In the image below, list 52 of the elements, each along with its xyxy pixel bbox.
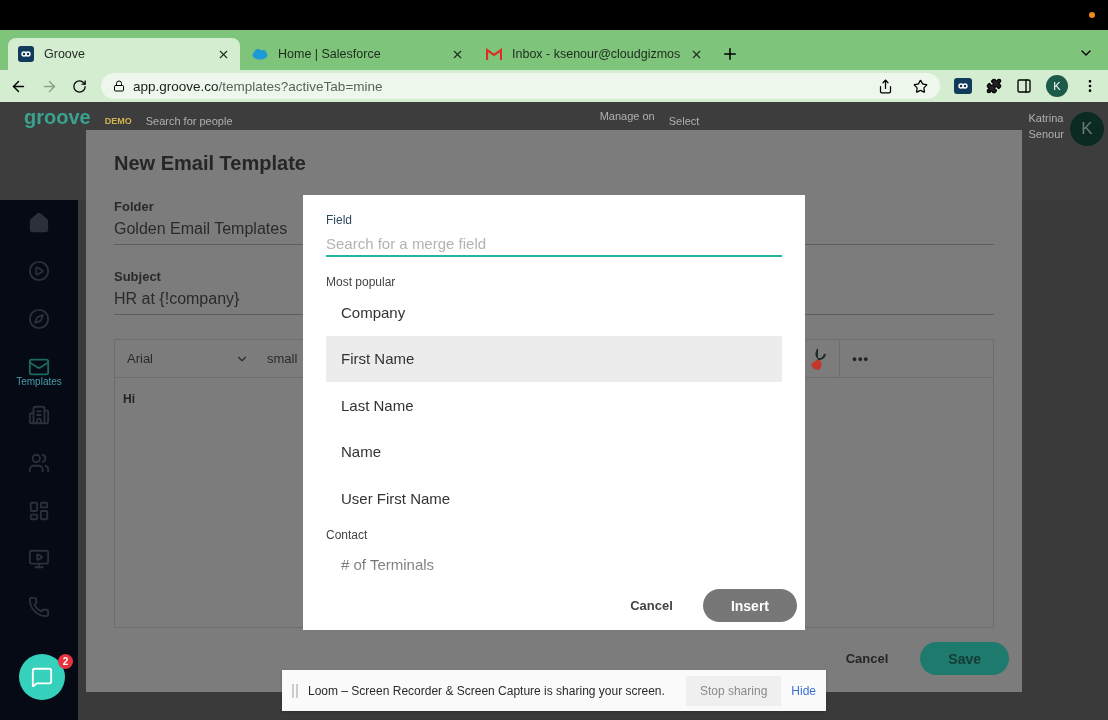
select-field[interactable]: Select xyxy=(668,115,869,127)
app-logo: groove xyxy=(24,108,91,126)
cloud-icon xyxy=(252,48,268,60)
chat-icon xyxy=(31,666,53,688)
user-avatar[interactable]: K xyxy=(1070,112,1104,146)
field-label: Subject xyxy=(114,269,161,284)
profile-avatar[interactable]: K xyxy=(1046,75,1068,97)
recording-dot xyxy=(1089,12,1095,18)
media-icon xyxy=(28,548,50,570)
people-icon xyxy=(28,452,50,474)
grip-icon[interactable] xyxy=(292,683,298,698)
panel-icon[interactable] xyxy=(1016,78,1032,94)
insert-button[interactable]: Insert xyxy=(702,589,797,622)
reload-icon[interactable] xyxy=(72,78,87,94)
browser-tab[interactable]: Home | Salesforce xyxy=(242,38,474,70)
cancel-button[interactable]: Cancel xyxy=(837,645,897,672)
compass-icon xyxy=(28,308,50,330)
home-icon xyxy=(28,212,50,234)
dashboard-icon xyxy=(28,500,50,522)
section-heading: Most popular xyxy=(326,275,397,289)
hide-link[interactable]: Hide xyxy=(791,683,816,698)
sharing-message: Loom – Screen Recorder & Screen Capture is sharing your screen. xyxy=(308,683,665,698)
browser-tab[interactable]: Inbox - ksenour@cloudgizmos xyxy=(476,38,714,70)
infinity-logo-icon xyxy=(18,46,34,62)
manage-label: Manage on xyxy=(599,110,655,122)
user-name: Katrina Senour xyxy=(1028,111,1064,142)
mail-icon xyxy=(486,48,502,60)
demo-label: DEMO xyxy=(104,116,132,126)
size-select[interactable]: small xyxy=(267,351,298,366)
field-label: Folder xyxy=(114,199,154,214)
browser-tab[interactable]: Groove xyxy=(8,38,240,70)
section-heading: Contact xyxy=(326,527,369,542)
modal-title: New Email Template xyxy=(114,152,307,175)
cancel-button[interactable]: Cancel xyxy=(622,592,681,619)
font-select[interactable]: Arial xyxy=(127,351,255,366)
building-icon xyxy=(28,404,50,426)
share-icon[interactable] xyxy=(878,78,893,94)
puzzle-icon[interactable] xyxy=(986,78,1002,94)
address-field[interactable]: app.groove.co/templates?activeTab=mine xyxy=(101,73,940,99)
play-icon xyxy=(28,260,50,282)
infinity-logo-icon[interactable] xyxy=(954,78,972,94)
mail-icon xyxy=(28,356,50,378)
field-label: Field xyxy=(326,213,353,227)
sidebar-item[interactable]: Templates xyxy=(16,356,62,404)
more-button[interactable]: ••• xyxy=(839,340,981,377)
star-icon[interactable] xyxy=(913,78,928,94)
url-text: app.groove.co/templates?activeTab=mine xyxy=(133,78,383,94)
stop-sharing-button[interactable]: Stop sharing xyxy=(685,675,782,706)
search-field[interactable]: Search for people xyxy=(145,115,586,127)
phone-icon xyxy=(28,596,50,618)
merge-field-option[interactable]: First Name xyxy=(326,335,782,382)
lock-icon xyxy=(113,80,125,92)
